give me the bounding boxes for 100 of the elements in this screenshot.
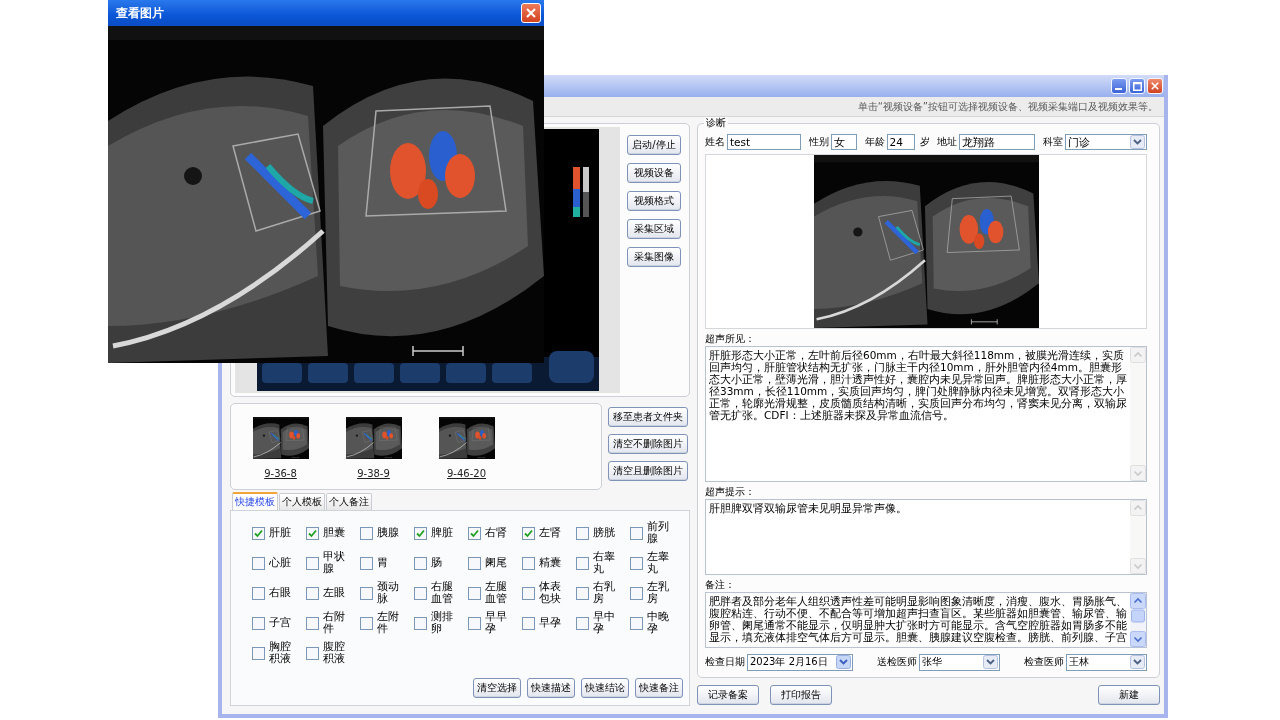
- thumbnail-link[interactable]: 9-46-20: [447, 469, 486, 479]
- checkbox[interactable]: [468, 526, 481, 540]
- tab[interactable]: 个人模板: [279, 493, 325, 510]
- checkbox-label: 早中孕: [593, 611, 616, 635]
- checkbox[interactable]: [522, 616, 535, 630]
- field-label: 性别: [808, 136, 829, 148]
- checkbox[interactable]: [306, 556, 319, 570]
- scrollbar[interactable]: [1130, 500, 1146, 574]
- checkbox[interactable]: [522, 586, 535, 600]
- checkbox-label: 腹腔积液: [323, 641, 346, 665]
- text-field[interactable]: test: [727, 134, 801, 150]
- checkbox[interactable]: [252, 556, 265, 570]
- section-label: 超声所见：: [705, 333, 756, 345]
- checkbox[interactable]: [576, 526, 589, 540]
- group-title: 诊断: [704, 117, 728, 129]
- maximize-icon: [1132, 81, 1142, 91]
- close-icon: [1151, 82, 1159, 90]
- text-field[interactable]: 龙翔路: [959, 134, 1036, 150]
- checkbox[interactable]: [630, 556, 643, 570]
- dropdown[interactable]: 门诊: [1065, 134, 1147, 150]
- new-button[interactable]: 新建: [1098, 685, 1160, 705]
- checkbox[interactable]: [414, 586, 427, 600]
- video-control-button[interactable]: 视频设备: [627, 163, 681, 183]
- checkbox-label: 胆囊: [323, 527, 346, 539]
- checkbox[interactable]: [630, 616, 643, 630]
- checkbox[interactable]: [414, 616, 427, 630]
- field-label: 检查日期: [705, 656, 745, 668]
- checkbox[interactable]: [414, 556, 427, 570]
- video-control-button[interactable]: 采集区域: [627, 219, 681, 239]
- section-label: 备注：: [705, 579, 736, 591]
- checkbox-label: 体表包块: [539, 581, 562, 605]
- checkbox-label: 左附件: [377, 611, 400, 635]
- thumbnail-image[interactable]: [252, 417, 309, 459]
- thumbnail-image[interactable]: [345, 417, 402, 459]
- checkbox[interactable]: [522, 556, 535, 570]
- checkbox[interactable]: [360, 616, 373, 630]
- checkbox-label: 左乳房: [647, 581, 670, 605]
- close-icon: [526, 8, 536, 18]
- dropdown[interactable]: 王林: [1066, 653, 1147, 671]
- checkbox[interactable]: [468, 586, 481, 600]
- video-control-button[interactable]: 采集图像: [627, 247, 681, 267]
- checkbox[interactable]: [306, 646, 319, 660]
- thumbnail-link[interactable]: 9-38-9: [357, 469, 390, 479]
- checkbox[interactable]: [360, 526, 373, 540]
- checkbox-label: 早孕: [539, 617, 562, 629]
- date-picker[interactable]: 2023年 2月16日: [747, 653, 853, 671]
- checkbox[interactable]: [468, 556, 481, 570]
- checkbox-label: 颈动脉: [377, 581, 400, 605]
- checkbox-label: 胰腺: [377, 527, 400, 539]
- checkbox[interactable]: [414, 526, 427, 540]
- template-button[interactable]: 快速结论: [581, 678, 629, 698]
- checkbox[interactable]: [306, 616, 319, 630]
- checkbox-label: 肝脏: [269, 527, 292, 539]
- close-button[interactable]: [1147, 78, 1163, 94]
- template-button[interactable]: 快速备注: [635, 678, 683, 698]
- text-field[interactable]: 24: [886, 134, 915, 150]
- checkbox[interactable]: [522, 526, 535, 540]
- text-field[interactable]: 女: [830, 134, 857, 150]
- checkbox[interactable]: [360, 556, 373, 570]
- checkbox[interactable]: [306, 586, 319, 600]
- maximize-button[interactable]: [1129, 78, 1145, 94]
- thumbnail-image[interactable]: [438, 417, 495, 459]
- checkbox[interactable]: [252, 586, 265, 600]
- image-action-button[interactable]: 清空不删除图片: [608, 434, 688, 454]
- tab[interactable]: 快捷模板: [232, 492, 278, 510]
- video-control-button[interactable]: 视频格式: [627, 191, 681, 211]
- checkbox-label: 胃: [377, 557, 389, 569]
- text-area[interactable]: [705, 346, 1147, 482]
- scrollbar[interactable]: [1130, 593, 1146, 647]
- template-button[interactable]: 快速描述: [527, 678, 575, 698]
- checkbox-label: 阑尾: [485, 557, 508, 569]
- checkbox[interactable]: [576, 586, 589, 600]
- tab[interactable]: 个人备注: [326, 493, 372, 510]
- field-label: 姓名: [705, 136, 725, 148]
- scrollbar[interactable]: [1130, 347, 1146, 481]
- dropdown[interactable]: 张华: [919, 653, 1000, 671]
- image-action-button[interactable]: 清空且删除图片: [608, 461, 688, 481]
- checkbox[interactable]: [576, 556, 589, 570]
- memo-text: 肝脏形态大小正常，左叶前后径60mm，右叶最大斜径118mm，被膜光滑连续，实质回声均匀，肝脏管状结构无扩张，门脉主干内径10mm，肝外胆管内径4mm。胆囊形态大小正常，壁薄光滑，胆汁透声性好，囊腔内未见异常回声。脾脏形态大小正常，厚径33mm，长径110mm，实质回声均匀，脾门处脾静脉内径未见增宽。双肾形态大小正常，轮廓光滑规整，皮质髓质结构清晰，实质回声分布均匀，肾窦未见分离，双输尿管无扩张。CDFI：上述脏器未探及异常血流信号。: [708, 348, 1128, 423]
- report-button[interactable]: 记录备案: [697, 685, 759, 705]
- checkbox[interactable]: [252, 646, 265, 660]
- image-action-button[interactable]: 移至患者文件夹: [608, 407, 688, 427]
- checkbox[interactable]: [306, 526, 319, 540]
- checkbox[interactable]: [252, 616, 265, 630]
- minimize-button[interactable]: [1111, 78, 1127, 94]
- checkbox-label: 脾脏: [431, 527, 454, 539]
- checkbox-label: 膀胱: [593, 527, 616, 539]
- checkbox[interactable]: [468, 616, 481, 630]
- video-control-button[interactable]: 启动/停止: [627, 135, 681, 155]
- text-area[interactable]: 肝胆脾双肾双输尿管未见明显异常声像。: [705, 499, 1147, 575]
- checkbox[interactable]: [630, 526, 643, 540]
- report-button[interactable]: 打印报告: [770, 685, 832, 705]
- checkbox[interactable]: [630, 586, 643, 600]
- checkbox[interactable]: [360, 586, 373, 600]
- checkbox[interactable]: [252, 526, 265, 540]
- template-button[interactable]: 清空选择: [473, 678, 521, 698]
- thumbnail-link[interactable]: 9-36-8: [264, 469, 297, 479]
- checkbox-label: 胸腔积液: [269, 641, 292, 665]
- field-label: 送检医师: [877, 656, 917, 668]
- checkbox[interactable]: [576, 616, 589, 630]
